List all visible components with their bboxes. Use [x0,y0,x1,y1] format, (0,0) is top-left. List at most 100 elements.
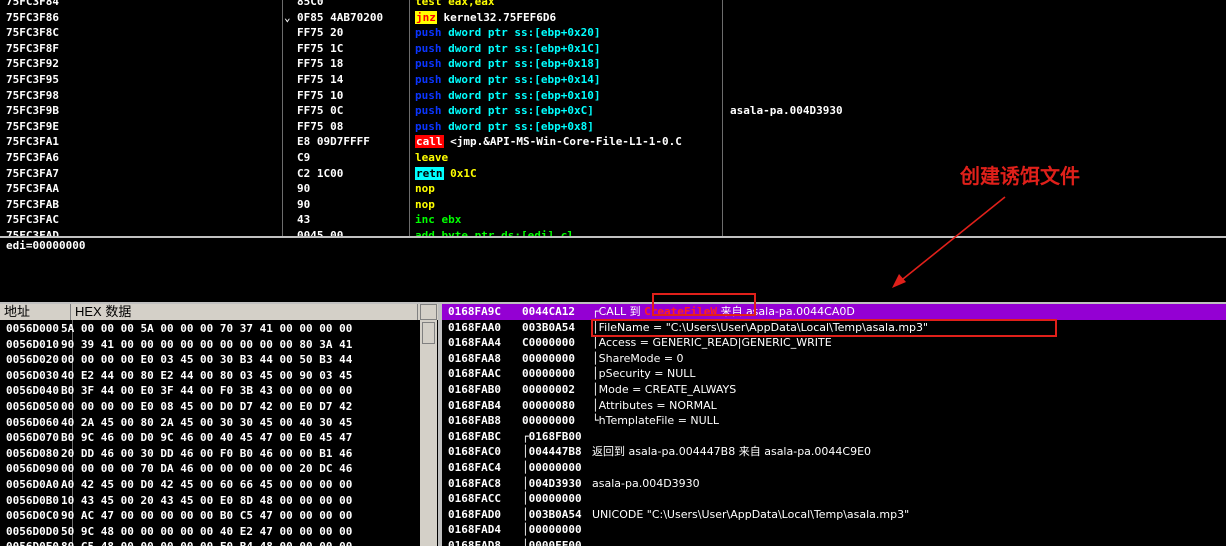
dump-row[interactable]: 0056D070 B0 9C 46 00 D0 9C 46 00 40 45 47… [6,430,352,446]
dump-row[interactable]: 0056D040 B0 3F 44 00 E0 3F 44 00 F0 3B 43… [6,383,352,399]
stack-row[interactable]: 0168FAB8 00000000 └hTemplateFile = NULL [442,413,1226,429]
stack-address: 0168FAB0 [448,383,501,396]
dump-row[interactable]: 0056D0B0 10 43 45 00 20 43 45 00 E0 8D 48… [6,493,352,509]
stack-comment: │pSecurity = NULL [592,366,696,382]
stack-comment-text: FileName = "C:\Users\User\AppData\Local\… [598,320,929,334]
stack-row[interactable]: 0168FAC4 │00000000 [442,460,1226,476]
stack-address: 0168FA9C [448,305,501,318]
instruction-operands: 0x1C [450,166,477,180]
stack-row[interactable]: 0168FAD4 │00000000 [442,522,1226,538]
dump-hex: A0 42 45 00 D0 42 45 00 60 66 45 00 00 0… [60,478,353,491]
disasm-address: 75FC3F98 [6,88,59,102]
dump-row[interactable]: 0056D0E080 C5 48 00 00 00 00 00 F0 B4 48… [6,539,352,546]
stack-address: 0168FAC0 [448,445,501,459]
scrollbar-thumb[interactable] [422,322,435,344]
dump-row[interactable]: 0056D0A0 A0 42 45 00 D0 42 45 00 60 66 45… [6,477,352,493]
dump-header-address[interactable]: 地址 [0,304,71,320]
disasm-row[interactable]: 75FC3F9E FF75 08 push dword ptr ss:[ebp+0x… [0,119,1226,135]
dump-row[interactable]: 0056D020 00 00 00 00 E0 03 45 00 30 B3 44… [6,352,352,368]
stack-row[interactable]: 0168FAB0 00000002 │Mode = CREATE_ALWAYS [442,382,1226,398]
disasm-address: 75FC3FAB [6,197,59,211]
disasm-address: 75FC3FAC [6,213,59,227]
dump-address: 0056D030 [6,368,59,382]
stack-row[interactable]: 0168FAA4 C0000000 │Access = GENERIC_READ|G… [442,335,1226,351]
instruction-mnemonic: leave [415,151,449,164]
stack-row[interactable]: 0168FABC ┌0168FB00 [442,429,1226,445]
dump-row[interactable]: 0056D0D0 50 9C 48 00 00 00 00 00 40 E2 47… [6,524,352,540]
disasm-bytes: 43 [297,213,311,227]
dump-address: 0056D000 [6,322,59,335]
stack-row[interactable]: 0168FAC0 │004447B8 返回到 asala-pa.004447B8 来… [442,444,1226,460]
disasm-row[interactable]: 75FC3FA1 E8 09D7FFFF call <jmp.&API-MS-Win… [0,134,1226,150]
disasm-row[interactable]: 75FC3F92 FF75 18 push dword ptr ss:[ebp+0x… [0,56,1226,72]
dump-header-hex[interactable]: HEX 数据 [71,304,418,320]
call-bracket: │ [592,383,599,396]
disasm-instruction: push dword ptr ss:[ebp+0x10] [415,88,600,104]
stack-value: 00000000 [522,351,575,365]
disasm-row[interactable]: 75FC3F8C FF75 20 push dword ptr ss:[ebp+0x… [0,25,1226,41]
disasm-row[interactable]: 75FC3F95 FF75 14 push dword ptr ss:[ebp+0x… [0,72,1226,88]
disasm-row[interactable]: 75FC3F86 ⌄ 0F85 4AB70200 jnz kernel32.75FEF… [0,10,1226,26]
stack-comment-text: pSecurity = NULL [598,367,696,381]
call-bracket: │ [592,351,599,365]
dump-address: 0056D090 [6,462,59,476]
memory-dump-pane[interactable]: 地址 HEX 数据 0056D000 5A 00 00 00 5A 00 00 0… [0,304,438,546]
stack-row[interactable]: 0168FAA0 003B0A54 │FileName = "C:\Users\Us… [442,320,1226,336]
instruction-operands: ebx [441,213,462,227]
instruction-operands: dword ptr ss:[ebp+0x14] [448,73,601,86]
stack-row[interactable]: 0168FACC │00000000 [442,491,1226,507]
dump-address: 0056D050 [6,400,59,413]
stack-value: C0000000 [522,336,575,350]
stack-comment: │ShareMode = 0 [592,351,684,367]
dump-row[interactable]: 0056D090 00 00 00 00 70 DA 46 00 00 00 00… [6,461,352,477]
disasm-row[interactable]: 75FC3F84 85C0 test eax,eax [0,0,1226,10]
disasm-address: 75FC3F95 [6,73,59,86]
scroll-up-button[interactable] [420,304,437,320]
dump-row[interactable]: 0056D030 40 E2 44 00 80 E2 44 00 80 03 45… [6,368,352,384]
stack-row[interactable]: 0168FA9C 0044CA12 ┌CALL 到 CreateFileW 来自 a… [442,304,1226,320]
instruction-mnemonic: inc [415,213,435,227]
dump-row[interactable]: 0056D0C0 90 AC 47 00 00 00 00 00 B0 C5 47… [6,508,352,524]
dump-address: 0056D0E0 [6,540,59,546]
stack-row[interactable]: 0168FAB4 00000080 │Attributes = NORMAL [442,398,1226,414]
stack-row[interactable]: 0168FAA8 00000000 │ShareMode = 0 [442,351,1226,367]
dump-address: 0056D0A0 [6,478,59,491]
disasm-row[interactable]: 75FC3FAB 90 nop [0,197,1226,213]
stack-comment-text: CALL 到 [598,305,645,318]
disasm-instruction: test eax,eax [415,0,495,8]
stack-value: │004D3930 [522,476,582,490]
instruction-mnemonic: call [415,135,444,149]
instruction-mnemonic: push [415,104,442,118]
disasm-row[interactable]: 75FC3F9B FF75 0C push dword ptr ss:[ebp+0x… [0,103,1226,119]
disasm-bytes: 0F85 4AB70200 [297,10,384,24]
disasm-row[interactable]: 75FC3FAC 43 inc ebx [0,212,1226,228]
dump-row[interactable]: 0056D010 90 39 41 00 00 00 00 00 00 00 00… [6,337,352,353]
dump-row[interactable]: 0056D060 40 2A 45 00 80 2A 45 00 30 30 45… [6,415,352,431]
stack-address: 0168FAB4 [448,398,501,412]
dump-row[interactable]: 0056D050 00 00 00 00 E0 08 45 00 D0 D7 42… [6,399,352,415]
dump-scrollbar[interactable] [420,320,437,546]
dump-row[interactable]: 0056D080 20 DD 46 00 30 DD 46 00 F0 B0 46… [6,446,352,462]
dump-hex: 5A 00 00 00 5A 00 00 00 70 37 41 00 00 0… [60,322,353,335]
disasm-address: 75FC3F8C [6,26,59,40]
stack-row[interactable]: 0168FAD0 │003B0A54 UNICODE "C:\Users\User\… [442,507,1226,523]
disasm-row[interactable]: 75FC3F98 FF75 10 push dword ptr ss:[ebp+0x… [0,88,1226,104]
stack-address: 0168FAB8 [448,414,501,428]
instruction-operands: dword ptr ss:[ebp+0x8] [448,119,594,133]
disasm-instruction: push dword ptr ss:[ebp+0x1C] [415,41,600,57]
stack-row[interactable]: 0168FAD8 │0000FF00 [442,538,1226,546]
disassembly-pane[interactable]: 75FC3F84 85C0 test eax,eax 75FC3F86 ⌄ 0F85 4A… [0,0,1226,237]
dump-row[interactable]: 0056D000 5A 00 00 00 5A 00 00 00 70 37 41… [6,321,352,337]
jump-arrow-icon: ⌄ [284,10,291,24]
stack-pane[interactable]: 0168FA9C 0044CA12 ┌CALL 到 CreateFileW 来自 a… [442,304,1226,546]
dump-address: 0056D020 [6,353,59,367]
stack-row[interactable]: 0168FAAC 00000000 │pSecurity = NULL [442,366,1226,382]
stack-value: 003B0A54 [522,320,575,334]
dump-address: 0056D010 [6,337,59,351]
dump-hex: 00 00 00 00 E0 08 45 00 D0 D7 42 00 E0 D… [60,400,353,413]
disasm-bytes: FF75 18 [297,57,344,71]
stack-address: 0168FAA0 [448,320,501,334]
disasm-row[interactable]: 75FC3F8F FF75 1C push dword ptr ss:[ebp+0x… [0,41,1226,57]
stack-row[interactable]: 0168FAC8 │004D3930 asala-pa.004D3930 [442,476,1226,492]
disasm-address: 75FC3F9B [6,104,59,118]
